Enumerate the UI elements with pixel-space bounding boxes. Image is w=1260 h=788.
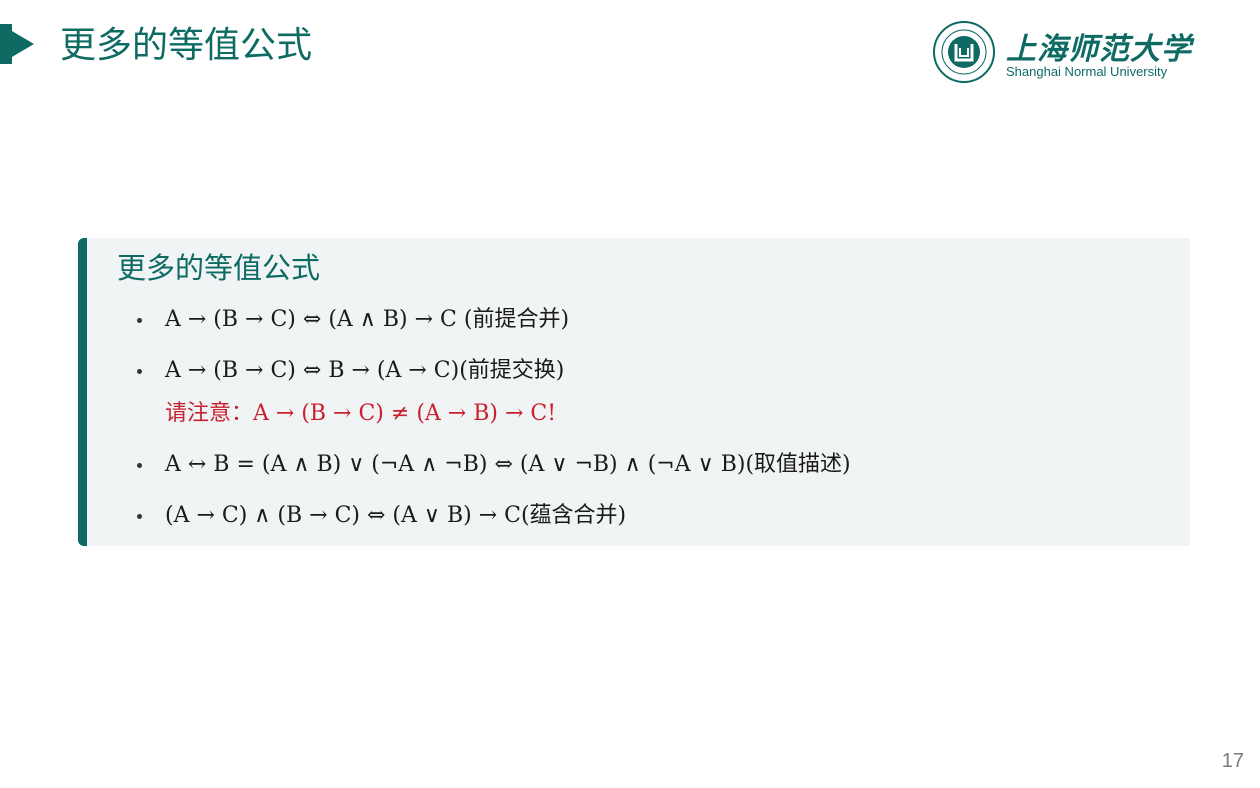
bullet-dot [137,369,142,374]
logo-name-cn: 上海师范大学 [1006,32,1192,67]
formula-premise-exchange: A → (B → C) ⇔ B → (A → C)(前提交换) [165,358,565,383]
formula-value-description: A ↔ B = (A ∧ B) ∨ (¬A ∧ ¬B) ⇔ (A ∨ ¬B) ∧… [165,452,851,477]
slide-title: 更多的等值公式 [60,25,313,66]
note-warning: 请注意：A → (B → C) ≠ (A → B) → C! [165,401,557,426]
page-number: 17 [1221,750,1244,772]
bullet-dot [137,514,142,519]
bullet-dot [137,318,142,323]
formula-block: 更多的等值公式 A → (B → C) ⇔ (A ∧ B) → C (前提合并)… [78,238,1190,546]
bullet-dot [137,463,142,468]
university-logo: 上海师范大学 Shanghai Normal University [932,20,1192,86]
formula-implication-merge: (A → C) ∧ (B → C) ⇔ (A ∨ B) → C(蕴含合并) [165,503,627,528]
formula-premise-merge: A → (B → C) ⇔ (A ∧ B) → C (前提合并) [165,307,570,332]
university-seal-icon [933,21,995,83]
block-title: 更多的等值公式 [117,251,321,285]
title-marker [0,24,34,64]
logo-name-en: Shanghai Normal University [1006,64,1168,79]
